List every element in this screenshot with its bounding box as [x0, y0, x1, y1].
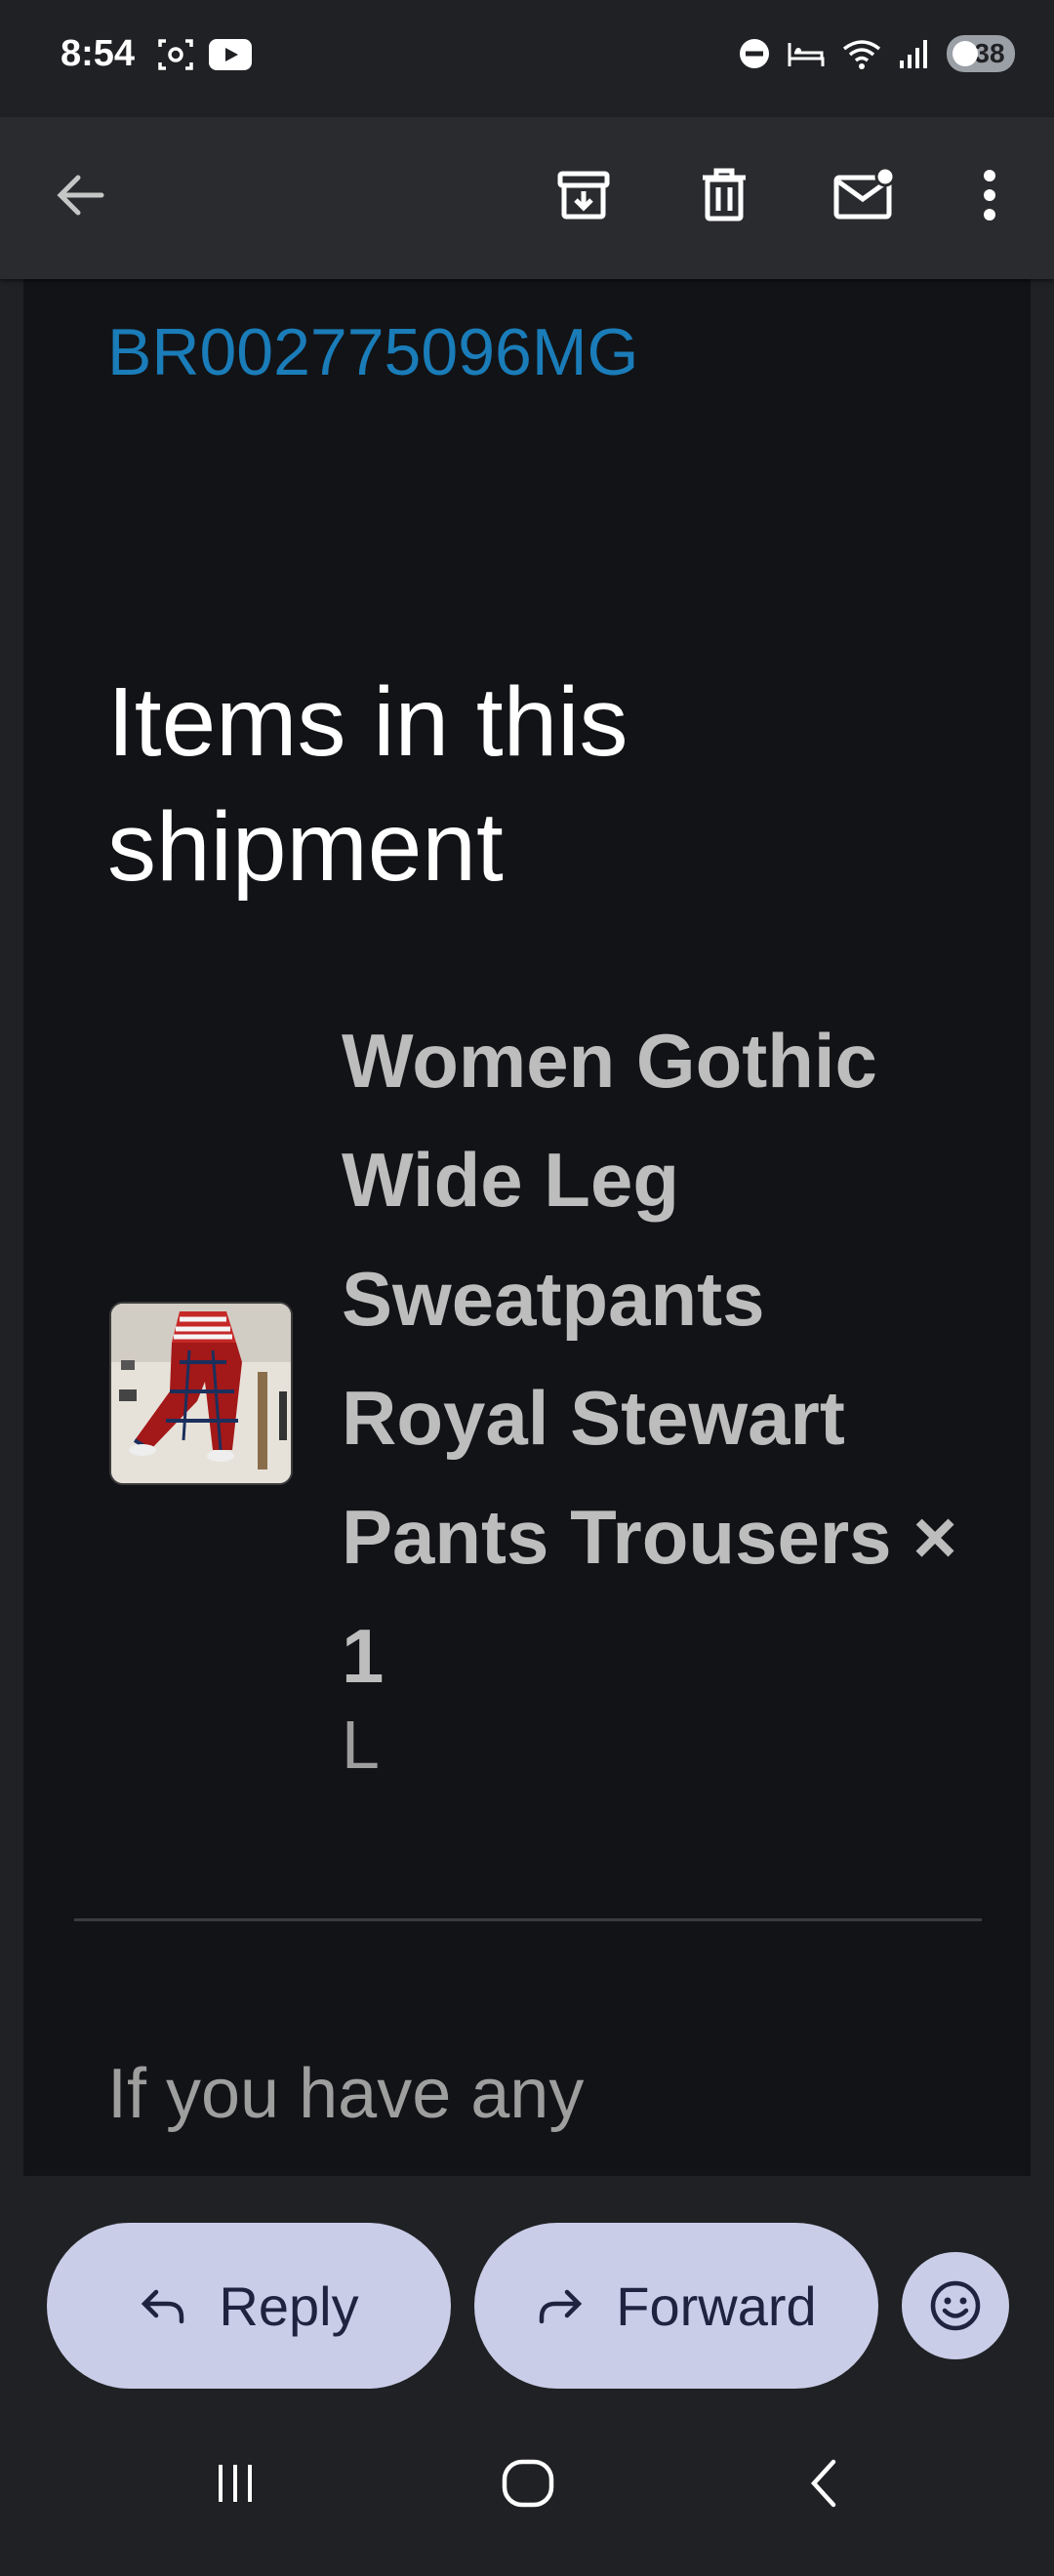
- recent-apps-button[interactable]: [191, 2439, 279, 2527]
- reply-icon: [142, 2289, 184, 2324]
- product-image: [111, 1304, 291, 1483]
- reply-label: Reply: [219, 2274, 359, 2337]
- battery-level: 38: [974, 38, 1005, 68]
- battery-saver-icon: [953, 41, 978, 66]
- more-options-button[interactable]: [941, 146, 1038, 244]
- back-nav-button[interactable]: [781, 2439, 869, 2527]
- product-thumbnail[interactable]: [109, 1302, 293, 1485]
- status-right-icons: 38: [738, 35, 1015, 72]
- emoji-reaction-button[interactable]: [902, 2252, 1009, 2359]
- youtube-icon: [209, 39, 252, 70]
- battery-indicator: 38: [947, 35, 1015, 72]
- system-nav-bar: [0, 2391, 1054, 2576]
- status-time: 8:54: [61, 33, 136, 74]
- back-button[interactable]: [31, 146, 129, 244]
- mail-unread-icon: [833, 168, 896, 220]
- email-body: BR002775096MG Items in this shipment Wom…: [23, 279, 1031, 2176]
- trash-icon: [703, 168, 746, 221]
- recent-apps-icon: [219, 2465, 252, 2502]
- status-left-icons: [156, 37, 252, 72]
- divider: [74, 1918, 982, 1921]
- dnd-icon: [740, 39, 769, 68]
- home-icon: [502, 2459, 554, 2508]
- emoji-icon: [930, 2280, 981, 2331]
- screenshot-icon: [158, 39, 193, 70]
- sleep-mode-icon: [788, 43, 825, 66]
- product-name: Women Gothic Wide Leg Sweatpants Royal S…: [342, 1018, 957, 1699]
- mark-unread-button[interactable]: [816, 146, 913, 244]
- status-bar: 8:54 38: [0, 0, 1054, 117]
- forward-button[interactable]: Forward: [474, 2223, 878, 2389]
- reply-button[interactable]: Reply: [47, 2223, 451, 2389]
- signal-icon: [900, 40, 927, 68]
- archive-button[interactable]: [535, 146, 632, 244]
- home-button[interactable]: [484, 2439, 572, 2527]
- section-title: Items in this shipment: [107, 667, 628, 902]
- more-vert-icon: [984, 170, 995, 221]
- arrow-left-icon: [57, 175, 104, 216]
- forward-icon: [540, 2289, 583, 2324]
- action-bar: Reply Forward: [0, 2176, 1054, 2391]
- forward-label: Forward: [616, 2274, 817, 2337]
- product-variant: L: [342, 1707, 380, 1783]
- chevron-left-icon: [810, 2459, 836, 2508]
- footer-text: If you have any: [107, 2055, 585, 2133]
- archive-icon: [557, 171, 610, 220]
- email-toolbar: [0, 117, 1054, 279]
- delete-button[interactable]: [675, 146, 773, 244]
- tracking-number-link[interactable]: BR002775096MG: [107, 314, 638, 390]
- wifi-icon: [842, 40, 881, 69]
